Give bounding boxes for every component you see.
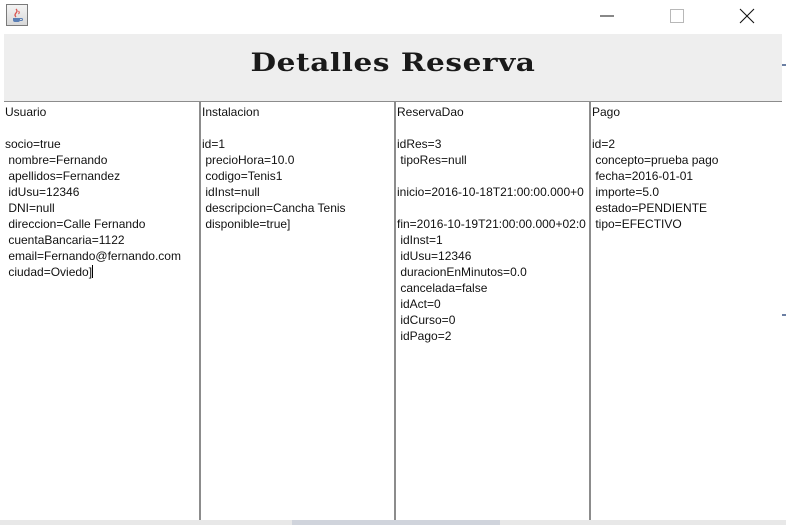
details-panels: Usuario socio=true nombre=Fernando apell…	[4, 101, 782, 522]
instalacion-text[interactable]: Instalacion id=1 precioHora=10.0 codigo=…	[202, 104, 346, 232]
reserva-text[interactable]: ReservaDao idRes=3 tipoRes=null inicio=2…	[397, 104, 586, 344]
app-window: Detalles Reserva Usuario socio=true nomb…	[0, 0, 786, 525]
pago-panel[interactable]: Pago id=2 concepto=prueba pago fecha=201…	[589, 102, 782, 521]
maximize-icon	[670, 9, 684, 23]
background-window-edge	[782, 314, 786, 316]
header-panel: Detalles Reserva	[4, 34, 782, 101]
minimize-button[interactable]	[584, 0, 630, 32]
background-taskbar-segment	[292, 520, 500, 525]
text-caret	[92, 265, 94, 278]
pago-text[interactable]: Pago id=2 concepto=prueba pago fecha=201…	[592, 104, 718, 232]
minimize-icon	[600, 15, 614, 17]
instalacion-panel[interactable]: Instalacion id=1 precioHora=10.0 codigo=…	[199, 102, 394, 521]
usuario-panel[interactable]: Usuario socio=true nombre=Fernando apell…	[4, 102, 199, 521]
java-coffee-cup-icon[interactable]	[6, 4, 28, 26]
usuario-text[interactable]: Usuario socio=true nombre=Fernando apell…	[5, 104, 181, 280]
bottom-edge	[0, 520, 786, 525]
background-window-edge	[782, 64, 786, 66]
maximize-button[interactable]	[654, 0, 700, 32]
window-frame-right	[782, 34, 786, 525]
page-title: Detalles Reserva	[250, 48, 536, 77]
title-bar[interactable]	[0, 0, 786, 34]
reserva-panel[interactable]: ReservaDao idRes=3 tipoRes=null inicio=2…	[394, 102, 589, 521]
close-button[interactable]	[724, 0, 770, 32]
close-icon	[739, 8, 755, 24]
usuario-text-content: Usuario socio=true nombre=Fernando apell…	[5, 105, 181, 279]
